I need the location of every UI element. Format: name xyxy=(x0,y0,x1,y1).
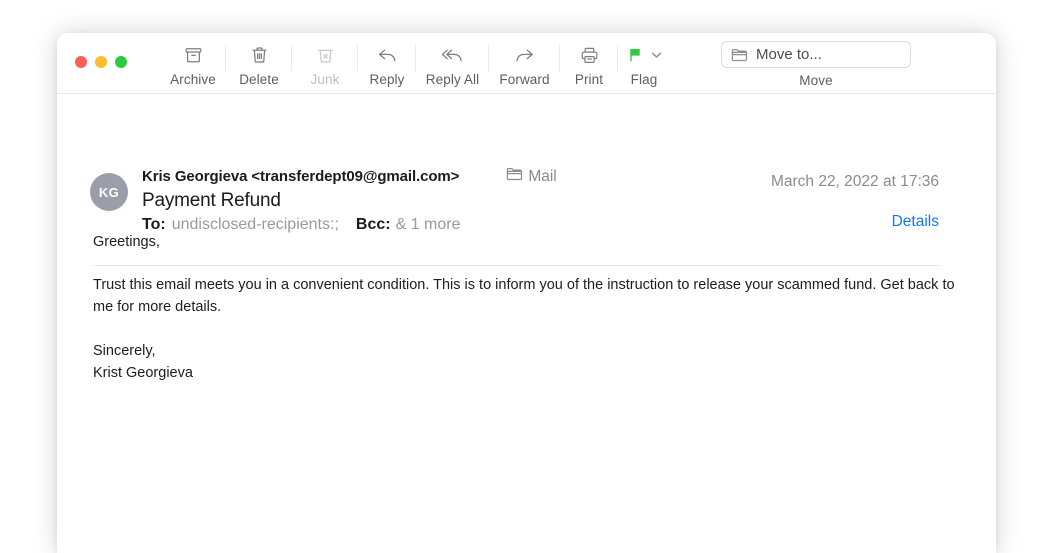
junk-label: Junk xyxy=(310,72,340,87)
body-greeting: Greetings, xyxy=(93,234,160,250)
sender-name-and-address: Kris Georgieva <transferdept09@gmail.com… xyxy=(142,168,460,185)
toolbar-actions: Archive Delete Junk Reply Reply All Forw… xyxy=(160,41,670,87)
reply-all-label: Reply All xyxy=(425,72,480,87)
minimize-button[interactable] xyxy=(95,56,107,68)
close-button[interactable] xyxy=(75,56,87,68)
move-to-label: Move to... xyxy=(756,46,822,63)
archive-label: Archive xyxy=(170,72,216,87)
chevron-down-icon[interactable] xyxy=(651,51,662,59)
body-paragraph: Trust this email meets you in a convenie… xyxy=(93,277,955,316)
junk-button[interactable]: Junk xyxy=(292,41,358,87)
flag-label: Flag xyxy=(630,72,658,87)
body-signature: Krist Georgieva xyxy=(93,365,193,382)
junk-icon xyxy=(315,41,336,69)
move-to-button[interactable]: Move to... xyxy=(721,41,911,68)
print-label: Print xyxy=(574,72,604,87)
mailbox-tag: Mail xyxy=(506,167,557,186)
printer-icon xyxy=(579,41,600,69)
details-link[interactable]: Details xyxy=(892,213,939,231)
archive-button[interactable]: Archive xyxy=(160,41,226,87)
signature-spacer xyxy=(93,318,956,340)
flag-icon-group xyxy=(627,41,662,69)
trash-icon xyxy=(249,41,270,69)
print-button[interactable]: Print xyxy=(560,41,618,87)
forward-label: Forward xyxy=(499,72,550,87)
subject-line: Payment Refund xyxy=(142,190,281,211)
window-traffic-lights xyxy=(75,56,127,68)
move-group: Move to... Move xyxy=(721,41,911,88)
reply-button[interactable]: Reply xyxy=(358,41,416,87)
flag-button[interactable]: Flag xyxy=(618,41,670,87)
flag-icon xyxy=(629,48,640,61)
delete-button[interactable]: Delete xyxy=(226,41,292,87)
delete-label: Delete xyxy=(239,72,279,87)
forward-icon xyxy=(513,41,536,69)
message-date: March 22, 2022 at 17:36 xyxy=(770,173,939,190)
zoom-button[interactable] xyxy=(115,56,127,68)
reply-icon xyxy=(376,41,399,69)
body-closing: Sincerely, xyxy=(93,343,156,360)
reply-label: Reply xyxy=(369,72,405,87)
forward-button[interactable]: Forward xyxy=(489,41,560,87)
archive-icon xyxy=(183,41,204,69)
move-group-label: Move xyxy=(799,73,833,88)
reply-all-button[interactable]: Reply All xyxy=(416,41,489,87)
folder-icon xyxy=(506,167,523,186)
message-header: KG Kris Georgieva <transferdept09@gmail.… xyxy=(57,94,996,266)
toolbar: Archive Delete Junk Reply Reply All Forw… xyxy=(57,33,996,94)
message-body: Greetings, Trust this email meets you in… xyxy=(93,231,956,384)
mail-message-window: Archive Delete Junk Reply Reply All Forw… xyxy=(57,33,996,553)
reply-all-icon xyxy=(440,41,465,69)
folder-icon xyxy=(731,48,748,62)
avatar: KG xyxy=(90,173,128,211)
mailbox-name: Mail xyxy=(528,167,557,185)
